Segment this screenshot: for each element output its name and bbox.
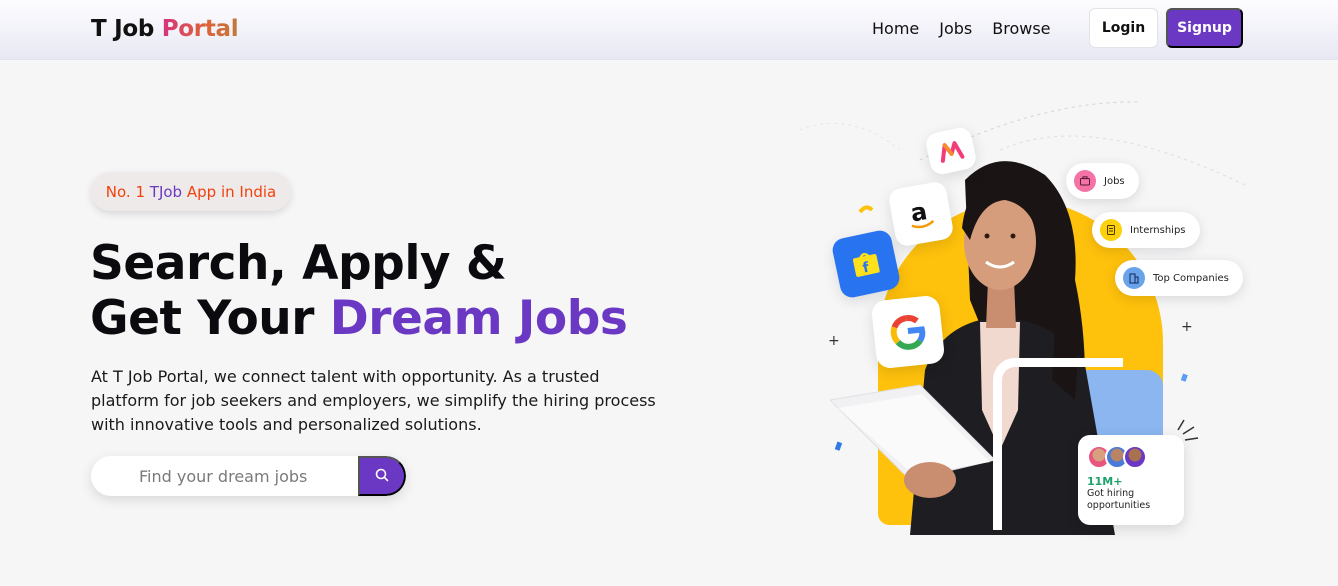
avatar [1123, 445, 1147, 469]
pill-top-companies: Top Companies [1115, 260, 1243, 296]
document-icon [1100, 219, 1122, 241]
brand-name-first: T Job [91, 16, 162, 42]
brand-logo[interactable]: T Job Portal [91, 16, 239, 42]
login-button[interactable]: Login [1089, 8, 1158, 48]
badge-suffix: App in India [186, 182, 277, 201]
pill-jobs: Jobs [1066, 163, 1139, 199]
stat-text: Got hiring opportunities [1087, 488, 1151, 511]
google-logo-icon [870, 294, 946, 370]
pill-top-companies-label: Top Companies [1153, 272, 1229, 284]
hero-headline: Search, Apply & Get Your Dream Jobs [90, 236, 628, 346]
hero-description: At T Job Portal, we connect talent with … [91, 367, 656, 434]
signup-button[interactable]: Signup [1166, 8, 1243, 48]
nav-links: Home Jobs Browse [872, 19, 1051, 38]
pill-internships-label: Internships [1130, 224, 1186, 236]
search-input[interactable] [91, 456, 358, 496]
nav-link-browse[interactable]: Browse [992, 19, 1050, 38]
hiring-stat-card: 11M+ Got hiring opportunities [1078, 435, 1184, 525]
amazon-logo-icon: a [887, 180, 955, 248]
pill-internships: Internships [1092, 212, 1200, 248]
svg-text:+: + [1181, 319, 1193, 335]
search-button[interactable] [358, 456, 406, 496]
badge-highlight: TJob [149, 182, 183, 201]
stat-number: 11M+ [1087, 475, 1123, 488]
badge-prefix: No. 1 [105, 182, 146, 201]
hero-badge: No. 1 TJob App in India [91, 172, 291, 211]
building-icon [1123, 267, 1145, 289]
brand-name-second: Portal [161, 16, 239, 42]
headline-line1: Search, Apply & [90, 236, 507, 291]
nav-link-home[interactable]: Home [872, 19, 919, 38]
navbar: T Job Portal Home Jobs Browse Login Sign… [0, 0, 1338, 60]
pill-jobs-label: Jobs [1104, 175, 1125, 187]
nav-link-jobs[interactable]: Jobs [939, 19, 972, 38]
avatar-group [1087, 445, 1175, 469]
search-bar [91, 456, 406, 496]
hero-illustration: + + a f Jobs Internships Top Companies 1… [790, 90, 1260, 540]
briefcase-icon [1074, 170, 1096, 192]
search-icon [375, 468, 389, 485]
flipkart-logo-icon: f [830, 228, 902, 300]
headline-line2-start: Get Your [90, 291, 330, 346]
headline-accent: Dream Jobs [329, 291, 628, 346]
svg-text:a: a [908, 197, 929, 227]
